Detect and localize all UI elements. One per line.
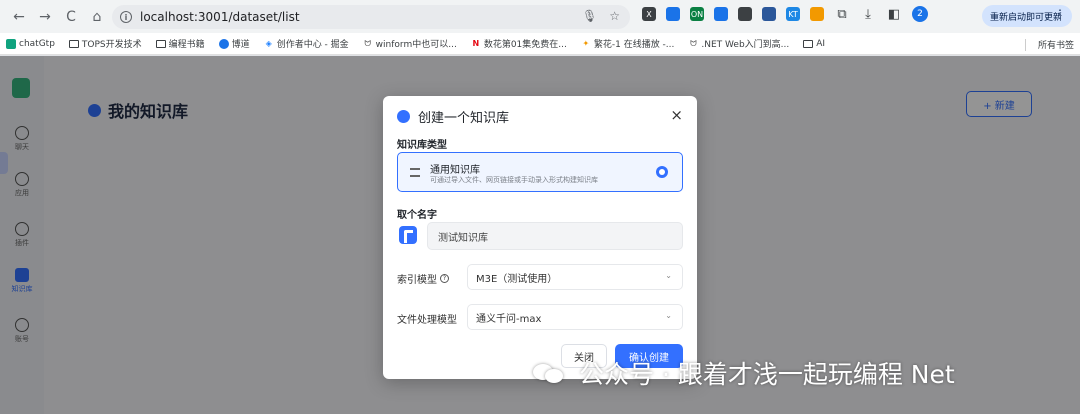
back-button[interactable]: ← — [8, 6, 30, 28]
file-model-select[interactable]: 通义千问-max ⌄ — [467, 304, 683, 330]
info-icon[interactable]: i — [120, 11, 132, 23]
name-section-label: 取个名字 — [397, 210, 437, 221]
index-model-value: M3E（测试使用） — [476, 273, 558, 285]
browser-toolbar: ← → C ⌂ i localhost:3001/dataset/list 🎙 … — [0, 0, 1080, 33]
bookmarks-bar: chatGtp TOPS开发技术 编程书籍 博道 ◈ 创作者中心 - 掘金 ᗢ wi… — [0, 33, 1080, 55]
radio-selected[interactable] — [656, 166, 668, 178]
extensions-row: X ON KT ⧉ ⤓ ◧ 2 — [642, 6, 928, 22]
index-model-select[interactable]: M3E（测试使用） ⌄ — [467, 264, 683, 290]
extension-icon[interactable]: ON — [690, 7, 704, 21]
netflix-icon: N — [472, 39, 480, 48]
site-icon: ✦ — [582, 39, 590, 48]
extension-icon[interactable] — [666, 7, 680, 21]
puzzle-icon[interactable]: ⧉ — [834, 6, 850, 22]
close-icon[interactable]: × — [670, 105, 683, 125]
name-input[interactable]: 测试知识库 — [427, 222, 683, 250]
wechat-icon — [533, 360, 569, 386]
address-bar[interactable]: i localhost:3001/dataset/list 🎙 ☆ — [112, 5, 630, 29]
reload-button[interactable]: C — [60, 6, 82, 28]
profile-avatar[interactable]: 2 — [912, 6, 928, 22]
divider — [1024, 38, 1026, 51]
bookmark-item[interactable]: N 数花第01集免费在... — [471, 37, 566, 50]
home-button[interactable]: ⌂ — [86, 6, 108, 28]
chevron-down-icon: ⌄ — [665, 311, 672, 320]
database-icon — [397, 109, 410, 123]
index-model-label: 索引模型 ? — [397, 271, 449, 286]
url-text: localhost:3001/dataset/list — [140, 10, 300, 24]
bookmark-item[interactable]: TOPS开发技术 — [68, 37, 142, 50]
extension-icon[interactable] — [738, 7, 752, 21]
extension-icon[interactable]: KT — [786, 7, 800, 21]
bookmark-item[interactable]: ◈ 创作者中心 - 掘金 — [264, 37, 349, 50]
type-section-label: 知识库类型 — [397, 140, 447, 151]
type-name: 通用知识库 — [430, 165, 480, 176]
site-icon: ᗢ — [364, 38, 371, 48]
modal-title: 创建一个知识库 — [418, 110, 510, 126]
bookmark-item[interactable]: ᗢ .NET Web入门到高... — [688, 37, 789, 51]
sidepanel-icon[interactable]: ◧ — [886, 6, 902, 22]
folder-icon — [68, 39, 79, 48]
modal-header: 创建一个知识库 — [397, 104, 509, 128]
folder-icon — [803, 39, 814, 48]
file-model-value: 通义千问-max — [476, 313, 542, 325]
folder-icon — [155, 39, 166, 48]
extension-icon[interactable] — [762, 7, 776, 21]
type-description: 可通过导入文件、网页链接或手动录入形式构建知识库 — [430, 176, 598, 184]
site-icon — [218, 38, 229, 49]
juejin-icon: ◈ — [265, 39, 272, 48]
watermark-text: 公众号 · 跟着才浅一起玩编程 Net — [579, 360, 955, 389]
menu-icon[interactable]: ⋮ — [1054, 7, 1066, 21]
update-button[interactable]: 重新启动即可更新 ⋮ — [982, 5, 1072, 27]
bookmark-item[interactable]: chatGtp — [6, 38, 55, 49]
extension-icon[interactable]: X — [642, 7, 656, 21]
bookmark-item[interactable]: 博道 — [218, 37, 250, 50]
type-option-general[interactable]: 通用知识库 可通过导入文件、网页链接或手动录入形式构建知识库 — [397, 152, 683, 192]
file-model-label: 文件处理模型 — [397, 315, 457, 326]
bookmark-item[interactable]: AI — [803, 39, 825, 49]
help-icon[interactable]: ? — [440, 274, 449, 283]
knowledge-avatar[interactable] — [399, 226, 417, 244]
microphone-icon[interactable]: 🎙 — [582, 9, 597, 23]
forward-button[interactable]: → — [34, 6, 56, 28]
create-knowledge-modal: 创建一个知识库 × 知识库类型 通用知识库 可通过导入文件、网页链接或手动录入形… — [383, 96, 697, 379]
extension-icon[interactable] — [810, 7, 824, 21]
bookmark-item[interactable]: ✦ 繁花-1 在线播放 -... — [581, 37, 675, 50]
site-icon: ᗢ — [690, 38, 697, 48]
extension-icon[interactable] — [714, 7, 728, 21]
all-bookmarks[interactable]: 所有书签 — [1024, 38, 1074, 51]
chevron-down-icon: ⌄ — [665, 271, 672, 280]
update-label: 重新启动即可更新 — [990, 12, 1063, 23]
watermark: 公众号 · 跟着才浅一起玩编程 Net — [533, 355, 955, 391]
list-icon — [410, 168, 420, 177]
star-icon[interactable]: ☆ — [609, 9, 620, 23]
bookmark-item[interactable]: 编程书籍 — [155, 37, 205, 50]
chatgpt-icon — [6, 38, 16, 49]
download-icon[interactable]: ⤓ — [860, 6, 876, 22]
bookmark-item[interactable]: ᗢ winform中也可以... — [363, 37, 456, 51]
